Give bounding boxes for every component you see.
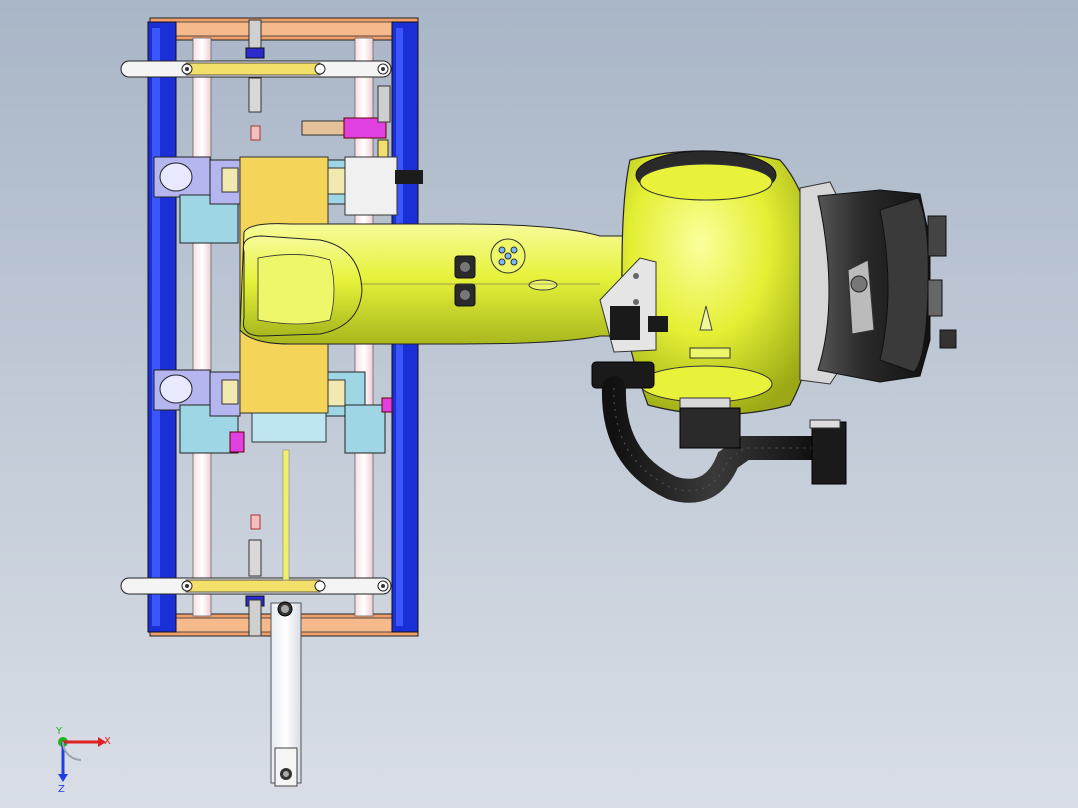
assembly-drawing: X Y Z (55, 17, 957, 795)
cad-viewport[interactable]: X Y Z (0, 0, 1078, 808)
work-tube[interactable] (270, 601, 302, 787)
cross-bar-bottom (120, 577, 392, 595)
triad-y-label: Y (55, 726, 63, 737)
guide-rod-left (192, 37, 212, 617)
triad-z-label: Z (58, 784, 65, 795)
cross-bar-top (120, 60, 392, 78)
bottom-cylinder (245, 514, 265, 637)
top-cylinder (245, 19, 265, 141)
orientation-triad: X Y Z (55, 726, 111, 795)
magenta-clamp (301, 85, 391, 159)
triad-x-label: X (104, 736, 111, 747)
